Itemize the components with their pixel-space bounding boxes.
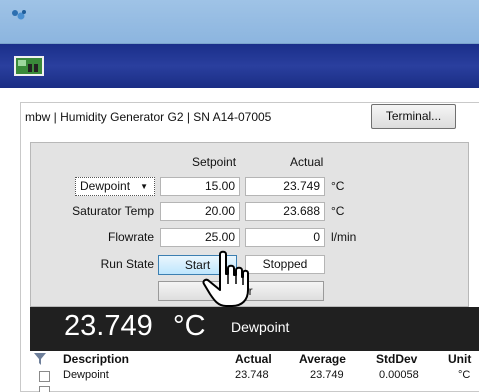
table-row[interactable]	[30, 384, 479, 392]
saturator-temp-label: Saturator Temp	[72, 204, 154, 218]
saturator-temp-unit: °C	[331, 204, 345, 218]
col-average[interactable]: Average	[299, 352, 346, 366]
col-description[interactable]: Description	[63, 352, 129, 366]
hand-pointer-icon	[202, 250, 249, 307]
chevron-down-icon: ▼	[140, 182, 148, 191]
row-stddev: 0.00058	[379, 369, 419, 381]
device-icon[interactable]	[14, 54, 44, 78]
readout-label: Dewpoint	[231, 319, 290, 335]
row-unit: °C	[458, 369, 471, 381]
dewpoint-setpoint-input[interactable]: 15.00	[160, 177, 240, 196]
window-titlebar	[0, 0, 479, 44]
dewpoint-select[interactable]: Dewpoint ▼	[75, 177, 155, 196]
row-description: Dewpoint	[63, 369, 109, 381]
readout-unit: °C	[173, 310, 206, 342]
dewpoint-actual-value: 23.749	[245, 177, 325, 196]
control-box: Setpoint Actual Dewpoint ▼ 15.00 23.749 …	[30, 142, 469, 307]
row-average: 23.749	[310, 369, 344, 381]
row-checkbox[interactable]	[39, 386, 50, 392]
table-header: Description Actual Average StdDev Unit	[30, 351, 479, 368]
col-stddev[interactable]: StdDev	[376, 352, 417, 366]
row-actual: 23.748	[235, 369, 269, 381]
main-panel: mbw | Humidity Generator G2 | SN A14-070…	[0, 88, 479, 392]
saturator-temp-setpoint-input[interactable]: 20.00	[160, 202, 240, 221]
device-title: mbw | Humidity Generator G2 | SN A14-070…	[25, 110, 272, 124]
row-checkbox[interactable]	[39, 371, 50, 382]
run-state-value: Stopped	[245, 255, 325, 274]
col-unit[interactable]: Unit	[448, 352, 471, 366]
filter-icon[interactable]	[34, 353, 46, 365]
flowrate-unit: l/min	[331, 230, 357, 244]
flowrate-setpoint-input[interactable]: 25.00	[160, 228, 240, 247]
col-actual[interactable]: Actual	[235, 352, 272, 366]
readout-value: 23.749	[64, 310, 153, 342]
terminal-button[interactable]: Terminal...	[371, 104, 456, 129]
flowrate-actual-value: 0	[245, 228, 325, 247]
dewpoint-unit: °C	[331, 179, 345, 193]
table-row[interactable]: Dewpoint 23.748 23.749 0.00058 °C	[30, 369, 479, 383]
flowrate-label: Flowrate	[107, 230, 154, 244]
saturator-temp-actual-value: 23.688	[245, 202, 325, 221]
run-state-label: Run State	[100, 257, 154, 271]
setpoint-header: Setpoint	[192, 155, 237, 169]
device-banner	[0, 44, 479, 88]
dewpoint-readout: 23.749 °C Dewpoint	[30, 307, 479, 351]
app-icon	[12, 10, 26, 20]
dewpoint-select-value: Dewpoint	[80, 179, 131, 193]
actual-header: Actual	[290, 155, 324, 169]
